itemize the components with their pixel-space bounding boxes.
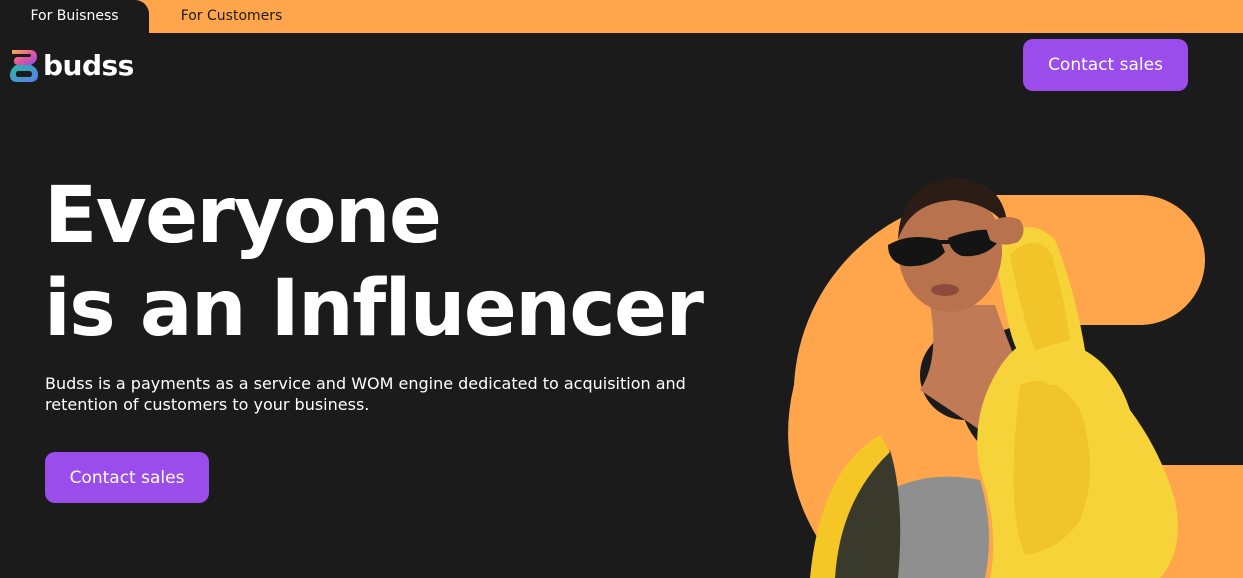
budss-logo-icon bbox=[10, 50, 38, 82]
brand-name: budss bbox=[43, 49, 134, 82]
header-contact-sales-button[interactable]: Contact sales bbox=[1023, 39, 1188, 91]
hero-subtitle: Budss is a payments as a service and WOM… bbox=[45, 374, 686, 414]
audience-switcher-bar: For Buisness For Customers bbox=[0, 0, 1243, 33]
hero-title: Everyone is an Influencer bbox=[44, 170, 704, 356]
hero-title-line-2: is an Influencer bbox=[44, 264, 704, 354]
tab-for-customers[interactable]: For Customers bbox=[158, 0, 305, 33]
hero-title-line-1: Everyone bbox=[44, 171, 442, 261]
hero-image bbox=[788, 178, 1243, 578]
hero-contact-sales-button[interactable]: Contact sales bbox=[45, 452, 209, 503]
tab-for-business[interactable]: For Buisness bbox=[0, 0, 149, 33]
brand-logo[interactable]: budss bbox=[8, 48, 134, 84]
